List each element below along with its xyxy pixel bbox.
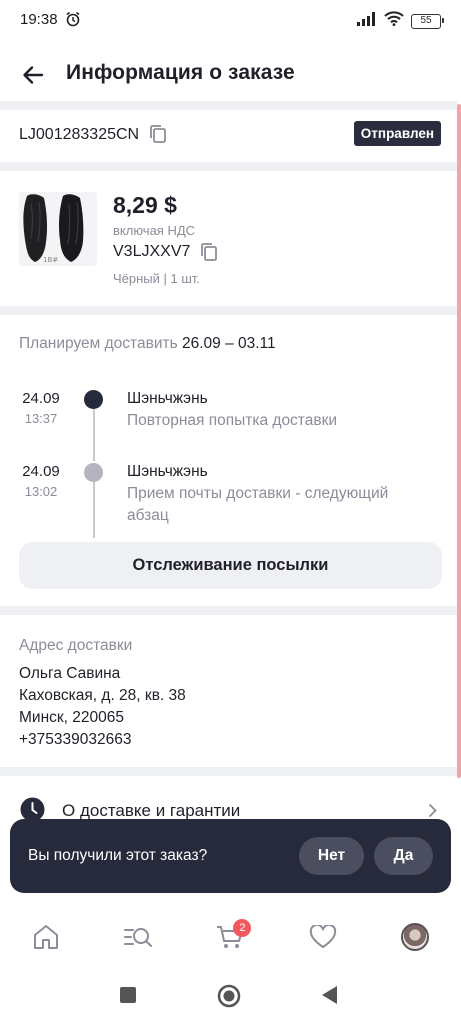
event-city: Шэньчжэнь — [127, 463, 208, 480]
vat-note: включая НДС — [113, 223, 196, 238]
nav-favorites[interactable] — [293, 912, 353, 962]
product-image: 1B# — [19, 192, 97, 266]
yes-button[interactable]: Да — [374, 837, 433, 875]
event-description: Прием почты доставки - следующий абзац — [127, 485, 389, 524]
delivery-warranty-label: О доставке и гарантии — [62, 801, 241, 820]
product-sku: V3LJXXV7 — [113, 243, 191, 260]
section-divider — [0, 306, 457, 315]
status-time: 19:38 — [20, 11, 58, 28]
nav-cart[interactable]: 2 — [200, 912, 260, 962]
status-badge: Отправлен — [353, 121, 441, 146]
delivery-plan: Планируем доставить 26.09 – 03.11 — [19, 335, 276, 353]
recipient-name: Ольга Савина — [19, 665, 121, 682]
catalog-search-icon — [124, 928, 153, 947]
system-back-button[interactable] — [320, 985, 338, 1010]
product-variant: Чёрный | 1 шт. — [113, 271, 200, 286]
event-time: 13:37 — [24, 411, 58, 426]
nav-home[interactable] — [16, 912, 76, 962]
arrow-left-icon — [23, 66, 44, 84]
recent-apps-button[interactable] — [120, 987, 136, 1008]
page-title: Информация о заказе — [66, 61, 295, 84]
address-city: Минск, 220065 — [19, 709, 124, 726]
timeline-dot-active — [84, 390, 103, 409]
address-section: Адрес доставки Ольга Савина Каховская, д… — [0, 617, 457, 767]
address-street: Каховская, д. 28, кв. 38 — [19, 687, 186, 704]
home-button[interactable] — [217, 984, 241, 1013]
event-date: 24.09 — [22, 463, 60, 480]
order-received-toast: Вы получили этот заказ? Нет Да — [10, 819, 451, 893]
copy-icon[interactable] — [149, 124, 167, 149]
product-card[interactable]: 1B# 8,29 $ включая НДС V3LJXXV7 Чёрный |… — [0, 172, 457, 306]
app-header: Информация о заказе — [0, 42, 461, 106]
delivery-section: Планируем доставить 26.09 – 03.11 24.09 … — [0, 316, 457, 606]
wifi-icon — [384, 11, 404, 31]
nav-profile[interactable] — [385, 912, 445, 962]
status-bar: 19:38 55 — [0, 0, 461, 42]
delivery-plan-dates: 26.09 – 03.11 — [181, 335, 276, 352]
signal-icon — [357, 11, 377, 31]
copy-icon[interactable] — [200, 242, 218, 267]
event-description: Повторная попытка доставки — [127, 412, 338, 429]
no-button[interactable]: Нет — [299, 837, 364, 875]
alarm-icon — [65, 11, 81, 32]
delivery-plan-label: Планируем доставить — [19, 335, 178, 352]
svg-text:1B#: 1B# — [43, 256, 58, 264]
section-divider — [0, 162, 457, 171]
event-time: 13:02 — [24, 484, 58, 499]
recipient-phone: +375339032663 — [19, 731, 132, 748]
scrollbar[interactable] — [457, 104, 461, 778]
battery-icon: 55 — [411, 13, 444, 29]
event-date: 24.09 — [22, 390, 60, 407]
cart-badge: 2 — [233, 919, 252, 937]
section-divider — [0, 606, 457, 615]
heart-icon — [309, 925, 336, 948]
bottom-nav: 2 — [0, 906, 461, 968]
avatar — [400, 923, 429, 951]
home-icon — [34, 925, 59, 949]
toast-question: Вы получили этот заказ? — [28, 847, 208, 864]
timeline-dot — [84, 463, 103, 482]
tracking-row: LJ001283325CN Отправлен — [0, 108, 457, 162]
nav-catalog[interactable] — [108, 912, 168, 962]
section-divider — [0, 767, 457, 776]
event-city: Шэньчжэнь — [127, 390, 208, 407]
back-button[interactable] — [16, 58, 50, 92]
tracking-number: LJ001283325CN — [19, 126, 140, 143]
address-title: Адрес доставки — [19, 637, 133, 654]
product-price: 8,29 $ — [113, 192, 177, 218]
timeline-line — [92, 482, 95, 538]
system-nav-bar — [0, 970, 461, 1024]
track-parcel-button[interactable]: Отслеживание посылки — [19, 542, 442, 589]
timeline-line — [92, 409, 95, 461]
